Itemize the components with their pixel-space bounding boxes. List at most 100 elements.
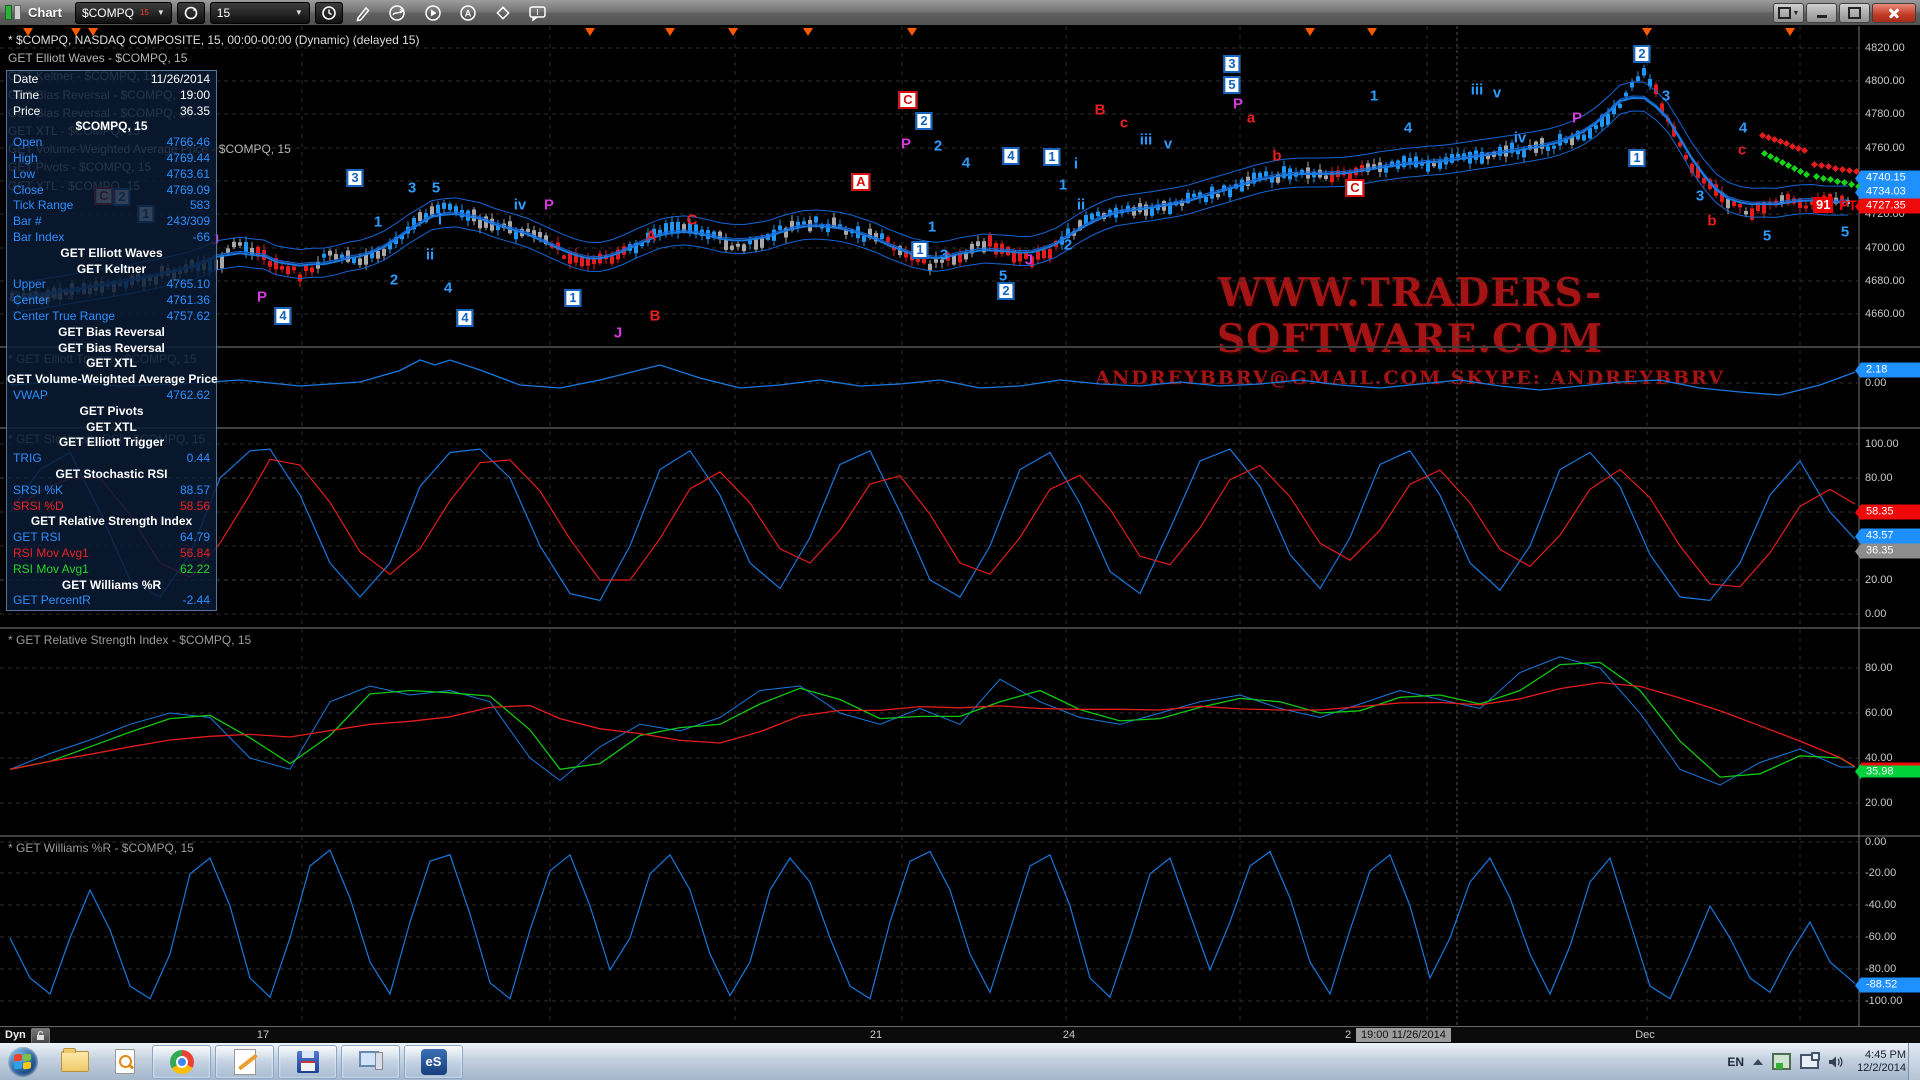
time-template-button[interactable] xyxy=(315,2,343,24)
taskbar-save-button[interactable] xyxy=(278,1045,337,1079)
data-window-header: GET Elliott Waves xyxy=(7,246,216,262)
taskbar-search-button[interactable] xyxy=(108,1047,142,1077)
auto-annotate-button[interactable]: A xyxy=(453,2,483,24)
comment-button[interactable]: I xyxy=(523,2,553,24)
data-window-label: VWAP xyxy=(13,388,48,404)
restore-button[interactable] xyxy=(1839,3,1870,23)
data-window-label: Time xyxy=(13,88,39,104)
wave-label: 1 xyxy=(374,215,382,230)
candle-body xyxy=(748,240,752,244)
data-window-label: SRSI %K xyxy=(13,483,63,499)
axis-label: -20.00 xyxy=(1865,867,1896,879)
esignal-icon: eS xyxy=(421,1049,447,1075)
draw-button[interactable] xyxy=(348,2,378,24)
data-window-header: GET Pivots xyxy=(7,404,216,420)
wave-label: C xyxy=(898,91,917,109)
taskbar-explorer-button[interactable] xyxy=(58,1047,92,1077)
axis-label: 4760.00 xyxy=(1865,142,1905,154)
candle-body xyxy=(376,251,380,259)
play-button[interactable] xyxy=(418,2,448,24)
data-window-label: Bar # xyxy=(13,214,42,230)
data-window-row: Center4761.36 xyxy=(7,293,216,309)
candle-body xyxy=(292,267,296,271)
bias-reversal-triangle-icon xyxy=(1642,28,1652,36)
taskbar-chrome-button[interactable] xyxy=(152,1045,211,1079)
wave-label: C xyxy=(687,213,698,228)
price-tag-red: 4727.35 xyxy=(1861,199,1920,214)
minimize-button[interactable] xyxy=(1806,3,1837,23)
candle-body xyxy=(232,242,236,247)
language-indicator[interactable]: EN xyxy=(1727,1055,1744,1069)
bias-reversal-triangle-icon xyxy=(585,28,595,36)
elliott-trigger-line xyxy=(10,360,1855,395)
window-titlebar[interactable]: Chart $COMPQ15 ▼ 15 ▼ A xyxy=(0,0,1920,25)
data-window-label: Center xyxy=(13,293,49,309)
data-window-row: High4769.44 xyxy=(7,151,216,167)
studies-button[interactable] xyxy=(383,2,413,24)
wave-label: A xyxy=(646,229,657,244)
symbol-combo[interactable]: $COMPQ15 ▼ xyxy=(75,2,172,24)
axis-label: -80.00 xyxy=(1865,963,1896,975)
candle-body xyxy=(382,249,386,256)
bias-reversal-triangle-icon xyxy=(1785,28,1795,36)
candle-body xyxy=(1264,171,1268,176)
wave-label: c xyxy=(1738,143,1746,158)
close-button[interactable] xyxy=(1872,3,1916,23)
tray-expand-icon[interactable] xyxy=(1753,1059,1763,1065)
interval-combo[interactable]: 15 ▼ xyxy=(210,2,310,24)
window-title: Chart xyxy=(28,5,62,20)
bias-reversal-triangle-icon xyxy=(803,28,813,36)
wave-label: 3 xyxy=(1223,55,1240,73)
wave-label: B xyxy=(1095,103,1106,118)
window-controls: ▼ xyxy=(1773,3,1916,23)
wave-label: A xyxy=(851,173,870,191)
candle-body xyxy=(1546,147,1550,151)
candle-body xyxy=(304,266,308,271)
data-window-label: Open xyxy=(13,135,42,151)
taskbar-system-button[interactable] xyxy=(341,1045,400,1079)
play-icon xyxy=(424,4,442,22)
price-tag-blue: -88.52 xyxy=(1861,978,1920,993)
display-icon[interactable] xyxy=(1800,1054,1819,1069)
data-window-header: GET XTL xyxy=(7,420,216,436)
wave-label: 3 xyxy=(940,248,948,263)
taskbar-esignal-button[interactable]: eS xyxy=(404,1045,463,1079)
chevron-down-icon[interactable]: ▼ xyxy=(295,8,303,17)
start-button[interactable] xyxy=(8,1047,38,1077)
search-doc-icon xyxy=(115,1049,135,1074)
axis-label: 0.00 xyxy=(1865,377,1886,389)
network-icon[interactable] xyxy=(1772,1053,1791,1070)
data-window-header: $COMPQ, 15 xyxy=(7,119,216,135)
wave-label: P xyxy=(901,137,911,152)
taskbar-editor-button[interactable] xyxy=(215,1045,274,1079)
rsi-line xyxy=(10,657,1855,785)
data-window-label: Bar Index xyxy=(13,230,64,246)
data-window-header: GET Relative Strength Index xyxy=(7,514,216,530)
speaker-icon[interactable] xyxy=(1828,1055,1844,1069)
swap-button[interactable] xyxy=(488,2,518,24)
candle-body xyxy=(1432,163,1436,166)
chevron-down-icon[interactable]: ▼ xyxy=(157,8,165,17)
candle-body xyxy=(880,233,884,239)
data-window-row: RSI Mov Avg162.22 xyxy=(7,562,216,578)
wave-label: v xyxy=(1493,86,1501,101)
srsi-k-line xyxy=(10,449,1855,600)
data-window-value: 64.79 xyxy=(180,530,210,546)
axis-label: -60.00 xyxy=(1865,931,1896,943)
lock-button[interactable] xyxy=(31,1028,50,1044)
candle-body xyxy=(754,239,758,250)
candle-body xyxy=(538,232,542,237)
data-window-row: Bar #243/309 xyxy=(7,214,216,230)
taskbar-clock[interactable]: 4:45 PM 12/2/2014 xyxy=(1857,1049,1906,1075)
data-window[interactable]: Date11/26/2014Time19:00Price36.35$COMPQ,… xyxy=(6,70,217,611)
data-window-value: -2.44 xyxy=(183,593,210,609)
axis-label: 20.00 xyxy=(1865,574,1893,586)
restore-dropdown-button[interactable]: ▼ xyxy=(1773,3,1804,23)
taskbar: eS EN 4:45 PM 12/2/2014 xyxy=(0,1043,1920,1080)
show-desktop-button[interactable] xyxy=(1908,1043,1920,1080)
wave-label: 2 xyxy=(1064,238,1072,253)
data-window-header: GET XTL xyxy=(7,356,216,372)
candle-body xyxy=(448,204,452,210)
refresh-button[interactable] xyxy=(177,2,205,24)
price-tag-green: 35.98 xyxy=(1861,763,1920,778)
